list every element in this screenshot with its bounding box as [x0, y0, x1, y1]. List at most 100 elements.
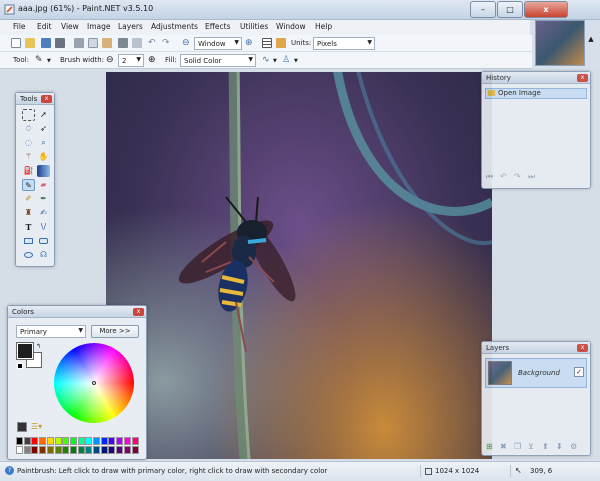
- palette-swatch[interactable]: [31, 437, 39, 445]
- thumbnail-scroll-up-icon[interactable]: ▲: [586, 35, 596, 49]
- minimize-button[interactable]: –: [470, 1, 496, 18]
- zoom-in-icon[interactable]: ⊕: [245, 38, 255, 48]
- copy-icon[interactable]: [88, 38, 98, 48]
- merge-layer-icon[interactable]: ⊻: [528, 442, 534, 451]
- layer-visibility-checkbox[interactable]: ✓: [574, 367, 584, 377]
- swap-colors-icon[interactable]: ↰: [36, 343, 41, 350]
- palette-swatch[interactable]: [93, 446, 100, 454]
- palette-menu-icon[interactable]: ☰▾: [31, 422, 42, 431]
- palette-swatch[interactable]: [131, 437, 139, 445]
- palette-swatch[interactable]: [116, 446, 124, 454]
- move-layer-down-icon[interactable]: ⬇: [556, 442, 563, 451]
- fill-dropdown[interactable]: Solid Color ▼: [180, 54, 256, 67]
- palette-swatch[interactable]: [85, 446, 93, 454]
- move-layer-up-icon[interactable]: ⬆: [542, 442, 549, 451]
- menu-edit[interactable]: Edit: [37, 22, 52, 31]
- primary-color-swatch[interactable]: [16, 342, 34, 360]
- ellipse-icon[interactable]: [22, 249, 35, 261]
- palette-swatch[interactable]: [54, 437, 62, 445]
- palette-swatch[interactable]: [123, 437, 131, 445]
- save-icon[interactable]: [41, 38, 51, 48]
- layers-close-icon[interactable]: x: [577, 344, 588, 352]
- menu-view[interactable]: View: [61, 22, 79, 31]
- palette-swatch[interactable]: [46, 437, 54, 445]
- more-colors-button[interactable]: More >>: [91, 325, 139, 338]
- reset-colors-icon[interactable]: [17, 363, 23, 369]
- history-item[interactable]: Open Image: [485, 88, 587, 99]
- palette-swatch[interactable]: [46, 446, 54, 454]
- ruler-icon[interactable]: [276, 38, 286, 48]
- move-selection-icon[interactable]: ➚: [37, 109, 50, 121]
- menu-image[interactable]: Image: [87, 22, 111, 31]
- blend-mode-icon[interactable]: ♙: [282, 55, 292, 65]
- palette-swatch[interactable]: [100, 446, 108, 454]
- layer-properties-icon[interactable]: ⚙: [570, 442, 577, 451]
- palette-swatch[interactable]: [85, 437, 93, 445]
- maximize-button[interactable]: □: [497, 1, 523, 18]
- menu-file[interactable]: File: [13, 22, 26, 31]
- freeform-shape-icon[interactable]: ☊: [37, 249, 50, 261]
- tools-close-icon[interactable]: x: [41, 95, 52, 103]
- line-curve-icon[interactable]: \/: [37, 221, 50, 233]
- palette-swatch[interactable]: [108, 446, 116, 454]
- paint-bucket-icon[interactable]: ⛽: [22, 165, 35, 177]
- zoom-dropdown[interactable]: Window ▼: [194, 37, 242, 50]
- antialiasing-chevron-down-icon[interactable]: ▼: [273, 58, 277, 64]
- gradient-icon[interactable]: [37, 165, 50, 177]
- ellipse-select-icon[interactable]: ◌: [22, 137, 35, 149]
- duplicate-layer-icon[interactable]: ❐: [514, 442, 521, 451]
- history-close-icon[interactable]: x: [577, 74, 588, 82]
- magic-wand-icon[interactable]: ⚚: [22, 151, 35, 163]
- image-canvas[interactable]: [106, 72, 492, 459]
- rounded-rectangle-icon[interactable]: [37, 235, 50, 247]
- open-icon[interactable]: [25, 38, 35, 48]
- paintbrush-icon[interactable]: ✎: [22, 179, 35, 191]
- palette-swatch[interactable]: [39, 437, 47, 445]
- new-icon[interactable]: [11, 38, 21, 48]
- palette-swatch[interactable]: [100, 437, 108, 445]
- palette-swatch[interactable]: [62, 446, 70, 454]
- close-button[interactable]: x: [524, 1, 568, 18]
- palette-swatch[interactable]: [39, 446, 47, 454]
- tool-chevron-down-icon[interactable]: ▼: [47, 58, 51, 64]
- rectangle-icon[interactable]: [22, 235, 35, 247]
- units-dropdown[interactable]: Pixels ▼: [313, 37, 375, 50]
- decrease-width-icon[interactable]: ⊖: [106, 55, 116, 65]
- recolor-icon[interactable]: ✍: [37, 207, 50, 219]
- palette-swatch[interactable]: [123, 446, 131, 454]
- color-picker-icon[interactable]: ✒: [37, 193, 50, 205]
- palette-swatch[interactable]: [93, 437, 100, 445]
- palette-swatch[interactable]: [54, 446, 62, 454]
- increase-width-icon[interactable]: ⊕: [148, 55, 158, 65]
- clone-stamp-icon[interactable]: ♜: [22, 207, 35, 219]
- add-layer-icon[interactable]: ⊞: [486, 442, 493, 451]
- deselect-icon[interactable]: [132, 38, 142, 48]
- menu-utilities[interactable]: Utilities: [240, 22, 268, 31]
- crop-icon[interactable]: [118, 38, 128, 48]
- menu-help[interactable]: Help: [315, 22, 332, 31]
- paste-icon[interactable]: [102, 38, 112, 48]
- text-icon[interactable]: T: [22, 221, 35, 233]
- print-icon[interactable]: [55, 38, 65, 48]
- palette-swatch[interactable]: [31, 446, 39, 454]
- palette-swatch[interactable]: [77, 446, 85, 454]
- color-mode-dropdown[interactable]: Primary ▼: [16, 325, 86, 338]
- rewind-icon[interactable]: ⏮: [486, 172, 493, 182]
- pencil-icon[interactable]: ✐: [22, 193, 35, 205]
- palette-swatch[interactable]: [131, 446, 139, 454]
- palette-swatch[interactable]: [16, 437, 23, 445]
- palette-swatch[interactable]: [77, 437, 85, 445]
- palette-swatch[interactable]: [69, 437, 77, 445]
- zoom-icon[interactable]: ⌕: [37, 137, 50, 149]
- brush-width-dropdown[interactable]: 2 ▼: [118, 54, 144, 67]
- colors-close-icon[interactable]: x: [133, 308, 144, 316]
- undo-icon[interactable]: ↶: [148, 38, 158, 48]
- palette-swatch[interactable]: [116, 437, 124, 445]
- zoom-out-icon[interactable]: ⊖: [182, 38, 192, 48]
- lasso-select-icon[interactable]: ⍥: [22, 123, 35, 135]
- menu-effects[interactable]: Effects: [205, 22, 231, 31]
- delete-layer-icon[interactable]: ✖: [500, 442, 507, 451]
- image-thumbnail[interactable]: [535, 20, 585, 66]
- grid-icon[interactable]: [262, 38, 272, 48]
- menu-layers[interactable]: Layers: [118, 22, 143, 31]
